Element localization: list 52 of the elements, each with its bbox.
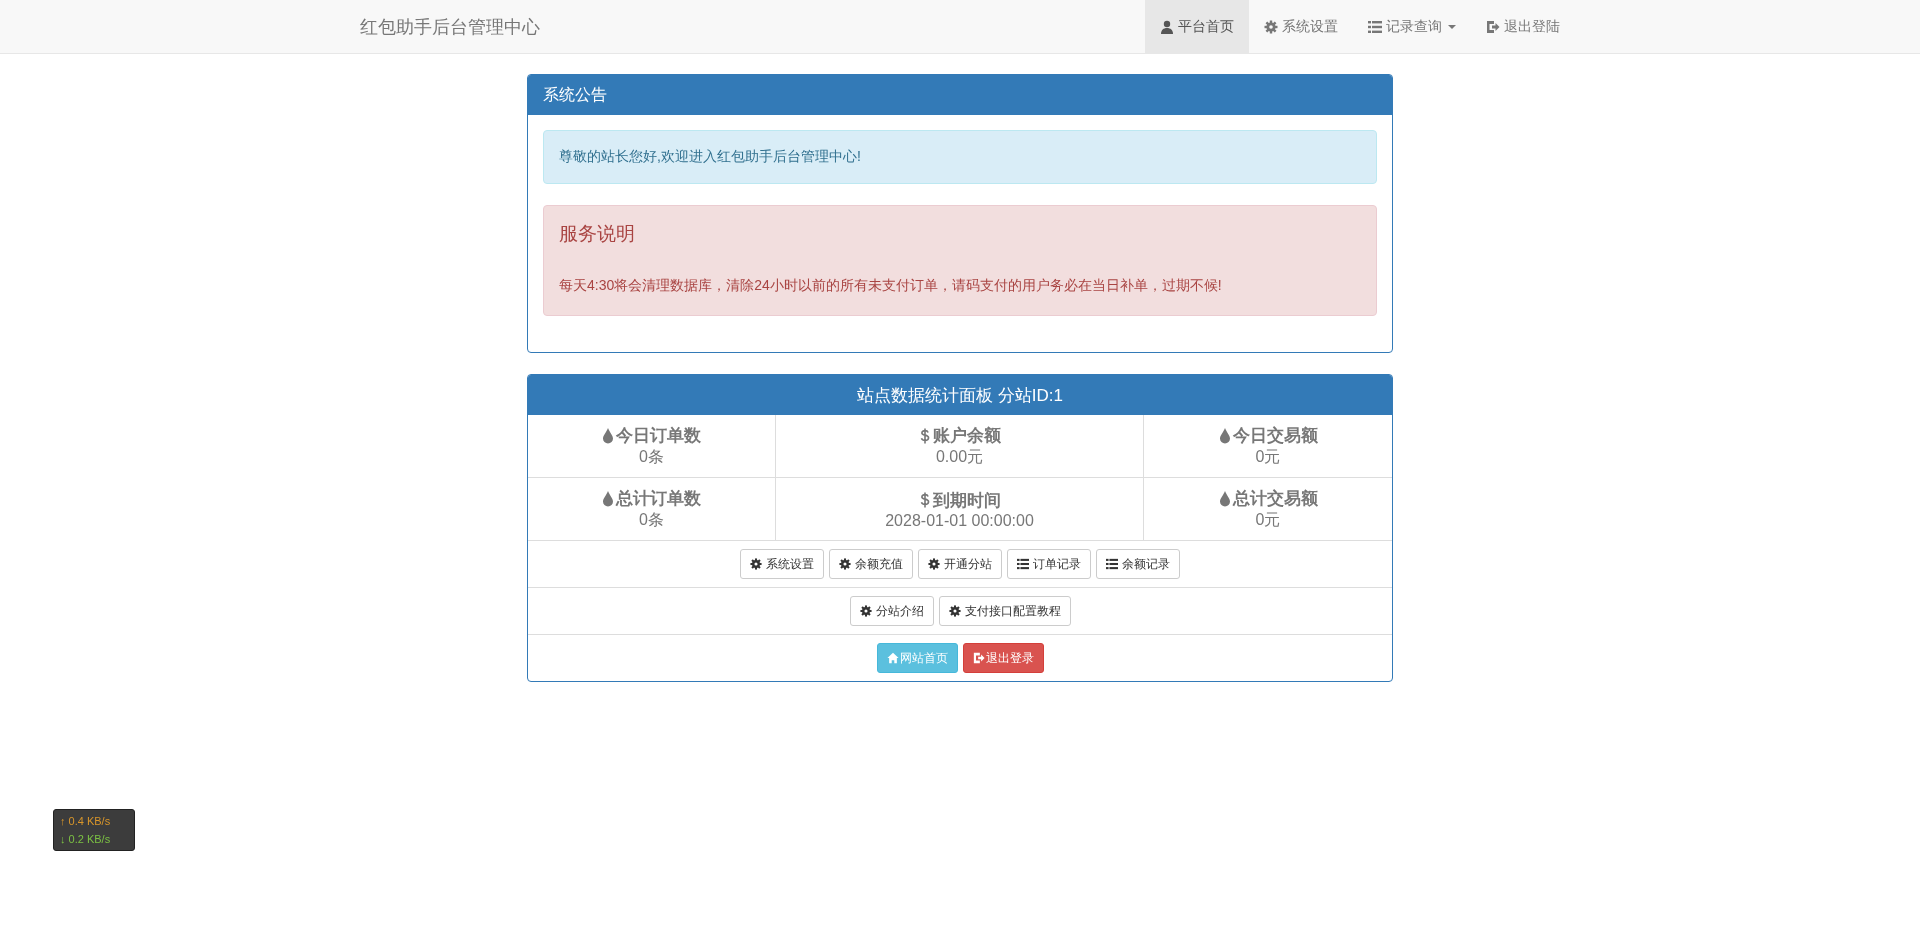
stat-value: 0条 [639, 510, 664, 530]
dollar-icon [918, 427, 931, 444]
stat-value: 2028-01-01 00:00:00 [885, 511, 1034, 530]
stat-label: 总计交易额 [1232, 488, 1318, 510]
stat-label: 总计订单数 [616, 488, 701, 510]
panel-title: 系统公告 [528, 75, 1392, 115]
sign-out-icon [972, 652, 985, 664]
toolbar-button[interactable]: 订单记录 [1007, 549, 1091, 579]
nav-item[interactable]: 系统设置 [1249, 0, 1353, 53]
dollar-icon [918, 492, 931, 508]
stat-label: 今日订单数 [616, 425, 701, 447]
alert-heading: 服务说明 [559, 222, 636, 246]
download-speed: ↓ 0.2 KB/s [60, 832, 112, 847]
gear-icon [859, 605, 872, 617]
stat-label: 账户余额 [932, 425, 1001, 447]
gear-icon [928, 558, 940, 570]
welcome-alert: 尊敬的站长您好,欢迎进入红包助手后台管理中心! [543, 130, 1377, 184]
gear-icon [1264, 19, 1278, 34]
alert-text: 每天4:30将会清理数据库，清除24小时以前的所有未支付订单，请码支付的用户务必在当日补单，过期不候! [559, 277, 1223, 295]
toolbar-button[interactable]: 系统设置 [740, 549, 824, 579]
toolbar-button[interactable]: 余额充值 [829, 549, 913, 579]
list-icon [1368, 19, 1382, 34]
action-button[interactable]: 退出登录 [962, 643, 1044, 673]
drop-icon [602, 427, 614, 444]
toolbar-button[interactable]: 余额记录 [1096, 549, 1180, 579]
panel-title: 站点数据统计面板 分站ID:1 [528, 375, 1392, 415]
drop-icon [602, 490, 614, 507]
upload-speed: ↑ 0.4 KB/s [60, 814, 112, 829]
stat-value: 0条 [639, 447, 664, 467]
stat-label: 到期时间 [932, 489, 1001, 512]
list-icon [1106, 558, 1118, 570]
toolbar-button[interactable]: 支付接口配置教程 [938, 596, 1071, 626]
stat-label: 今日交易额 [1232, 425, 1318, 447]
sign-out-icon [1486, 19, 1500, 34]
gear-icon [948, 605, 961, 617]
nav-item[interactable]: 记录查询 [1353, 0, 1471, 53]
nav-item[interactable]: 平台首页 [1145, 0, 1249, 53]
list-icon [1017, 558, 1029, 570]
stat-value: 0.00元 [935, 447, 984, 467]
drop-icon [1218, 427, 1231, 444]
user-icon [1160, 19, 1174, 34]
home-icon [886, 652, 899, 664]
gear-icon [839, 558, 851, 570]
nav-item[interactable]: 退出登陆 [1471, 0, 1575, 53]
toolbar-button[interactable]: 分站介绍 [849, 596, 934, 626]
toolbar-button[interactable]: 开通分站 [918, 549, 1002, 579]
stat-value: 0元 [1255, 447, 1281, 467]
caret-icon [1448, 24, 1456, 29]
brand-title[interactable]: 红包助手后台管理中心 [345, 0, 555, 53]
gear-icon [750, 558, 762, 570]
drop-icon [1218, 490, 1231, 507]
stat-value: 0元 [1255, 510, 1281, 530]
